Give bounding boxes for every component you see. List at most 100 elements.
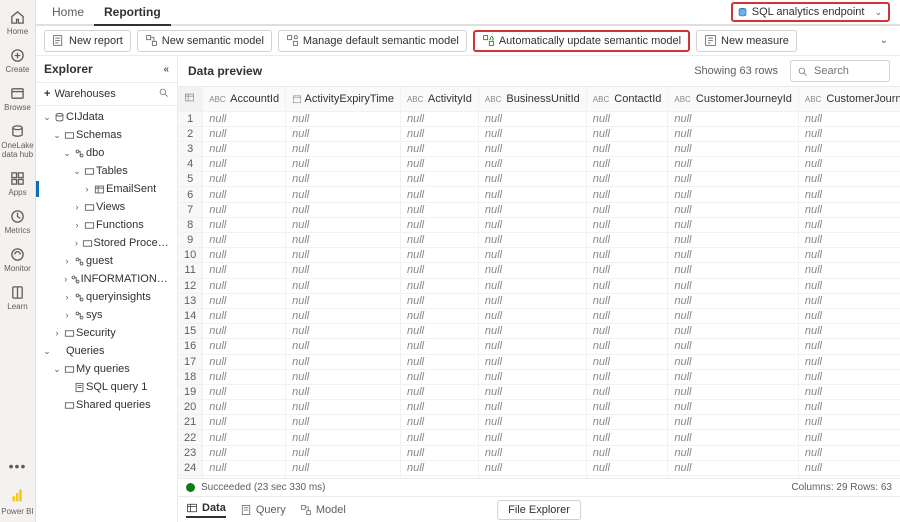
table-cell[interactable]: null	[586, 354, 668, 369]
table-cell[interactable]: null	[798, 308, 900, 323]
table-cell[interactable]: null	[400, 384, 478, 399]
table-cell[interactable]: null	[586, 339, 668, 354]
data-grid[interactable]: ABC AccountId ActivityExpiryTimeABC Acti…	[178, 86, 900, 478]
table-cell[interactable]: null	[586, 445, 668, 460]
table-cell[interactable]: null	[586, 141, 668, 156]
tree-dbo[interactable]: ⌄dbo	[36, 144, 177, 162]
manage-default-semantic-model-button[interactable]: Manage default semantic model	[278, 30, 467, 52]
table-cell[interactable]: null	[286, 157, 401, 172]
table-cell[interactable]: null	[668, 415, 799, 430]
table-cell[interactable]: null	[478, 324, 586, 339]
table-cell[interactable]: null	[478, 157, 586, 172]
table-cell[interactable]: null	[203, 415, 286, 430]
table-cell[interactable]: null	[203, 460, 286, 475]
table-cell[interactable]: null	[478, 384, 586, 399]
table-row[interactable]: 2nullnullnullnullnullnullnull	[178, 126, 900, 141]
table-cell[interactable]: null	[586, 369, 668, 384]
table-cell[interactable]: null	[286, 460, 401, 475]
table-cell[interactable]: null	[400, 460, 478, 475]
table-cell[interactable]: null	[586, 263, 668, 278]
rail-browse[interactable]: Browse	[0, 80, 36, 118]
column-header[interactable]: ActivityExpiryTime	[286, 87, 401, 111]
table-row[interactable]: 12nullnullnullnullnullnullnull	[178, 278, 900, 293]
table-cell[interactable]: null	[798, 384, 900, 399]
table-cell[interactable]: null	[478, 445, 586, 460]
table-row[interactable]: 10nullnullnullnullnullnullnull	[178, 248, 900, 263]
table-cell[interactable]: null	[586, 217, 668, 232]
table-cell[interactable]: null	[586, 324, 668, 339]
tree-info-schema[interactable]: ›INFORMATION_SCHE...	[36, 270, 177, 288]
rail-powerbi[interactable]: Power BI	[0, 482, 36, 522]
table-cell[interactable]: null	[203, 233, 286, 248]
table-row[interactable]: 8nullnullnullnullnullnullnull	[178, 217, 900, 232]
table-cell[interactable]: null	[478, 415, 586, 430]
table-cell[interactable]: null	[203, 445, 286, 460]
table-cell[interactable]: null	[400, 217, 478, 232]
table-cell[interactable]: null	[400, 248, 478, 263]
table-cell[interactable]: null	[400, 400, 478, 415]
table-cell[interactable]: null	[586, 384, 668, 399]
column-header[interactable]: ABC ContactId	[586, 87, 668, 111]
table-cell[interactable]: null	[668, 308, 799, 323]
table-cell[interactable]: null	[668, 400, 799, 415]
table-row[interactable]: 23nullnullnullnullnullnullnull	[178, 445, 900, 460]
table-cell[interactable]: null	[286, 263, 401, 278]
table-cell[interactable]: null	[478, 308, 586, 323]
table-cell[interactable]: null	[203, 202, 286, 217]
table-cell[interactable]: null	[586, 111, 668, 126]
table-row[interactable]: 21nullnullnullnullnullnullnull	[178, 415, 900, 430]
table-cell[interactable]: null	[286, 430, 401, 445]
tree-sql-query-1[interactable]: ·SQL query 1	[36, 378, 177, 396]
table-cell[interactable]: null	[586, 400, 668, 415]
table-cell[interactable]: null	[478, 172, 586, 187]
tree-shared-queries[interactable]: ·Shared queries	[36, 396, 177, 414]
column-header[interactable]: ABC CustomerJourney	[798, 87, 900, 111]
auto-update-semantic-model-button[interactable]: Automatically update semantic model	[473, 30, 690, 52]
column-header[interactable]: ABC AccountId	[203, 87, 286, 111]
table-cell[interactable]: null	[668, 217, 799, 232]
table-cell[interactable]: null	[203, 400, 286, 415]
table-cell[interactable]: null	[400, 354, 478, 369]
table-cell[interactable]: null	[286, 415, 401, 430]
table-cell[interactable]: null	[400, 339, 478, 354]
table-cell[interactable]: null	[478, 248, 586, 263]
table-row[interactable]: 11nullnullnullnullnullnullnull	[178, 263, 900, 278]
table-cell[interactable]: null	[478, 293, 586, 308]
table-cell[interactable]: null	[400, 126, 478, 141]
table-cell[interactable]: null	[586, 460, 668, 475]
table-cell[interactable]: null	[286, 400, 401, 415]
table-cell[interactable]: null	[668, 445, 799, 460]
table-cell[interactable]: null	[586, 157, 668, 172]
table-cell[interactable]: null	[798, 157, 900, 172]
table-row[interactable]: 7nullnullnullnullnullnullnull	[178, 202, 900, 217]
table-cell[interactable]: null	[668, 111, 799, 126]
table-cell[interactable]: null	[203, 278, 286, 293]
table-cell[interactable]: null	[478, 187, 586, 202]
table-cell[interactable]: null	[203, 141, 286, 156]
column-header[interactable]: ABC ActivityId	[400, 87, 478, 111]
viewtab-data[interactable]: Data	[186, 502, 226, 518]
table-cell[interactable]: null	[400, 187, 478, 202]
table-cell[interactable]: null	[400, 369, 478, 384]
table-cell[interactable]: null	[286, 293, 401, 308]
column-header[interactable]: ABC BusinessUnitId	[478, 87, 586, 111]
tree-guest[interactable]: ›guest	[36, 252, 177, 270]
table-cell[interactable]: null	[286, 202, 401, 217]
table-cell[interactable]: null	[203, 172, 286, 187]
table-cell[interactable]: null	[203, 111, 286, 126]
table-cell[interactable]: null	[286, 324, 401, 339]
table-cell[interactable]: null	[798, 400, 900, 415]
table-cell[interactable]: null	[478, 202, 586, 217]
tree-queries[interactable]: ⌄Queries	[36, 342, 177, 360]
table-cell[interactable]: null	[400, 324, 478, 339]
table-row[interactable]: 15nullnullnullnullnullnullnull	[178, 324, 900, 339]
table-cell[interactable]: null	[586, 278, 668, 293]
table-cell[interactable]: null	[798, 187, 900, 202]
table-cell[interactable]: null	[203, 217, 286, 232]
table-row[interactable]: 18nullnullnullnullnullnullnull	[178, 369, 900, 384]
table-cell[interactable]: null	[668, 384, 799, 399]
table-cell[interactable]: null	[798, 278, 900, 293]
table-row[interactable]: 1nullnullnullnullnullnullnull	[178, 111, 900, 126]
table-cell[interactable]: null	[203, 324, 286, 339]
table-cell[interactable]: null	[478, 339, 586, 354]
